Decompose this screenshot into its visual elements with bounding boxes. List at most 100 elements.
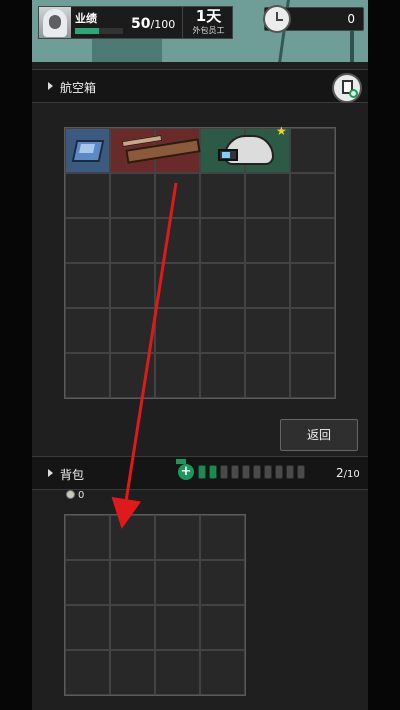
money-value: 0 xyxy=(78,490,85,501)
background-scenery xyxy=(92,36,162,62)
money-display: 0 xyxy=(66,490,84,501)
grid-cell[interactable] xyxy=(155,650,200,695)
capacity-used: 2 xyxy=(336,466,344,480)
grid-cell[interactable] xyxy=(200,353,245,398)
clock-value: 0 xyxy=(347,12,355,26)
role-label: 外包员工 xyxy=(192,26,225,35)
capacity-slot xyxy=(231,465,239,479)
backpack-title: 背包 xyxy=(60,468,85,482)
backpack-grid xyxy=(64,514,246,696)
grid-cell[interactable] xyxy=(290,263,335,308)
grid-cell[interactable] xyxy=(110,650,155,695)
grid-cell[interactable] xyxy=(245,263,290,308)
performance-max: /100 xyxy=(150,18,176,31)
capacity-max: /10 xyxy=(343,469,360,480)
avatar[interactable] xyxy=(39,7,71,38)
grid-cell[interactable] xyxy=(110,218,155,263)
grid-cell[interactable] xyxy=(110,560,155,605)
grid-cell[interactable] xyxy=(245,353,290,398)
add-capacity-button[interactable]: + xyxy=(178,464,194,480)
grid-cell[interactable] xyxy=(200,263,245,308)
status-panel: 业绩 50/100 1天 外包员工 xyxy=(38,6,233,39)
grid-cell[interactable] xyxy=(200,515,245,560)
grid-cell[interactable] xyxy=(200,650,245,695)
star-icon: ★ xyxy=(276,124,287,138)
clock-panel[interactable]: 0 xyxy=(263,5,364,33)
capacity-slot xyxy=(220,465,228,479)
top-bar: 业绩 50/100 1天 外包员工 0 xyxy=(32,0,368,62)
phone-icon[interactable] xyxy=(70,134,106,166)
lamp-light xyxy=(222,152,230,158)
grid-cell[interactable] xyxy=(290,308,335,353)
search-document-button[interactable] xyxy=(332,73,362,103)
grid-cell[interactable] xyxy=(65,218,110,263)
capacity-slot xyxy=(209,465,217,479)
capacity-slot xyxy=(297,465,305,479)
clock-icon xyxy=(263,5,291,33)
grid-cell[interactable] xyxy=(65,353,110,398)
performance-bar xyxy=(75,28,123,34)
grid-cell[interactable] xyxy=(110,353,155,398)
capacity-slot xyxy=(242,465,250,479)
performance-bar-fill xyxy=(75,28,99,34)
expand-triangle-icon[interactable] xyxy=(48,82,53,90)
expand-triangle-icon[interactable] xyxy=(48,469,53,477)
grid-cell[interactable] xyxy=(65,308,110,353)
grid-cell[interactable] xyxy=(290,218,335,263)
capacity-bar: + xyxy=(176,459,328,480)
grid-cell[interactable] xyxy=(110,308,155,353)
grid-cell[interactable] xyxy=(155,605,200,650)
day-counter: 1天 xyxy=(195,7,222,25)
capacity-slot xyxy=(253,465,261,479)
grid-cell[interactable] xyxy=(200,218,245,263)
grid-cell[interactable] xyxy=(155,308,200,353)
grid-cell[interactable] xyxy=(155,263,200,308)
grid-cell[interactable] xyxy=(245,308,290,353)
capacity-slot xyxy=(264,465,272,479)
grid-cell[interactable] xyxy=(200,605,245,650)
capacity-text: 2/10 xyxy=(336,466,360,480)
grid-cell[interactable] xyxy=(65,173,110,218)
grid-cell[interactable] xyxy=(290,353,335,398)
grid-cell[interactable] xyxy=(245,218,290,263)
grid-cell[interactable] xyxy=(200,173,245,218)
grid-cell[interactable] xyxy=(155,515,200,560)
grid-cell[interactable] xyxy=(110,173,155,218)
grid-cell[interactable] xyxy=(65,515,110,560)
grid-cell[interactable] xyxy=(290,173,335,218)
grid-cell[interactable] xyxy=(200,308,245,353)
grid-cell[interactable] xyxy=(110,263,155,308)
grid-cell[interactable] xyxy=(155,173,200,218)
grid-cell[interactable] xyxy=(65,605,110,650)
grid-cell[interactable] xyxy=(155,218,200,263)
grid-cell[interactable] xyxy=(245,173,290,218)
grid-cell[interactable] xyxy=(290,128,335,173)
return-button[interactable]: 返回 xyxy=(280,419,358,451)
flight-box-title: 航空箱 xyxy=(60,81,97,95)
performance-current: 50 xyxy=(131,16,151,32)
left-margin xyxy=(0,0,32,710)
clock-hand xyxy=(276,19,283,21)
flight-box-header: 航空箱 xyxy=(32,69,368,103)
phone-screen xyxy=(79,144,95,153)
grid-cell[interactable] xyxy=(155,560,200,605)
grid-cell[interactable] xyxy=(200,560,245,605)
grid-cell[interactable] xyxy=(110,515,155,560)
game-screen: 业绩 50/100 1天 外包员工 0 航空箱 ★ 返回 背包 + 2/10 0 xyxy=(32,0,368,710)
performance-value: 50/100 xyxy=(131,16,175,32)
grid-cell[interactable] xyxy=(65,560,110,605)
grid-cell[interactable] xyxy=(155,353,200,398)
capacity-slot xyxy=(198,465,206,479)
day-box: 1天 外包员工 xyxy=(182,7,234,38)
grid-cell[interactable] xyxy=(65,263,110,308)
capacity-slot xyxy=(286,465,294,479)
performance-label: 业绩 xyxy=(75,12,97,25)
grid-cell[interactable] xyxy=(65,650,110,695)
magnifier-icon xyxy=(349,89,358,98)
right-margin xyxy=(368,0,400,710)
capacity-slot xyxy=(275,465,283,479)
grid-cell[interactable] xyxy=(110,605,155,650)
bat-icon[interactable] xyxy=(120,132,208,168)
avatar-face xyxy=(49,15,61,29)
coin-icon xyxy=(66,490,75,499)
